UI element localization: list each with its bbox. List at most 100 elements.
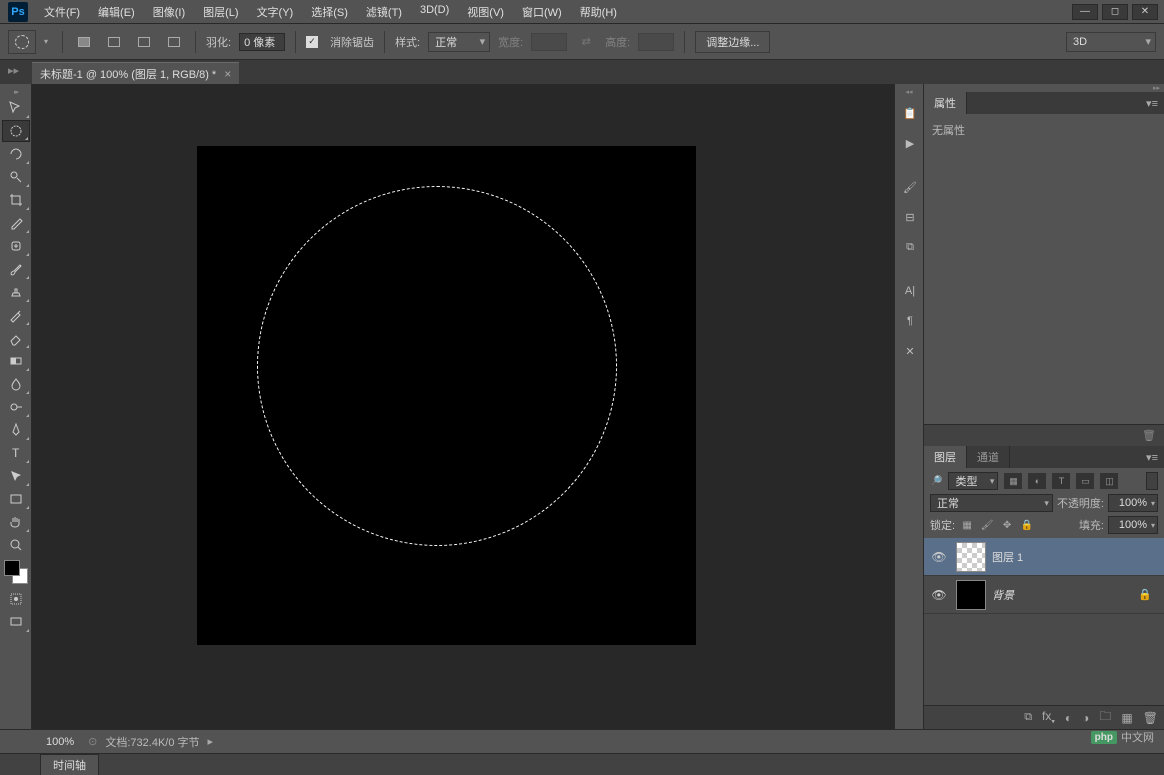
- menu-layer[interactable]: 图层(L): [195, 1, 246, 23]
- workspace-select[interactable]: 3D: [1066, 32, 1156, 52]
- filter-adjust-icon[interactable]: ◐: [1028, 473, 1046, 489]
- intersect-selection-icon[interactable]: [163, 33, 185, 51]
- new-layer-icon[interactable]: ▦: [1121, 711, 1132, 725]
- eyedropper-tool[interactable]: [2, 212, 30, 234]
- shape-tool[interactable]: [2, 488, 30, 510]
- quick-select-tool[interactable]: [2, 166, 30, 188]
- layer-thumbnail[interactable]: [956, 580, 986, 610]
- lasso-tool[interactable]: [2, 143, 30, 165]
- layer-mask-icon[interactable]: ◐: [1065, 711, 1072, 725]
- foreground-color[interactable]: [4, 560, 20, 576]
- maximize-button[interactable]: ◻: [1102, 4, 1128, 20]
- properties-tab[interactable]: 属性: [924, 92, 967, 114]
- filter-shape-icon[interactable]: ▭: [1076, 473, 1094, 489]
- marquee-tool[interactable]: [2, 120, 30, 142]
- menu-image[interactable]: 图像(I): [145, 1, 193, 23]
- clone-stamp-tool[interactable]: [2, 281, 30, 303]
- opacity-input[interactable]: 100%: [1108, 494, 1158, 512]
- blur-tool[interactable]: [2, 373, 30, 395]
- clone-source-icon[interactable]: ⧉: [897, 234, 923, 260]
- gradient-tool[interactable]: [2, 350, 30, 372]
- lock-transparent-icon[interactable]: ▦: [959, 518, 975, 532]
- brush-tool[interactable]: [2, 258, 30, 280]
- menu-window[interactable]: 窗口(W): [514, 1, 570, 23]
- menu-type[interactable]: 文字(Y): [249, 1, 302, 23]
- trash-icon[interactable]: 🗑: [1142, 429, 1156, 442]
- tool-preset-dropdown[interactable]: ▾: [44, 37, 52, 46]
- layer-filter-kind[interactable]: 类型: [948, 472, 998, 490]
- layers-menu-icon[interactable]: ▾≡: [1140, 451, 1164, 464]
- antialias-checkbox[interactable]: ✓: [306, 36, 318, 48]
- properties-menu-icon[interactable]: ▾≡: [1140, 97, 1164, 110]
- filter-smart-icon[interactable]: ◫: [1100, 473, 1118, 489]
- new-selection-icon[interactable]: [73, 33, 95, 51]
- zoom-tool[interactable]: [2, 534, 30, 556]
- eraser-tool[interactable]: [2, 327, 30, 349]
- layer-name[interactable]: 背景: [992, 587, 1014, 603]
- layer-fx-icon[interactable]: fx▾: [1042, 709, 1055, 725]
- menu-edit[interactable]: 编辑(E): [90, 1, 143, 23]
- channels-tab[interactable]: 通道: [967, 446, 1010, 468]
- adjustment-layer-icon[interactable]: ◑: [1082, 711, 1089, 725]
- menu-3d[interactable]: 3D(D): [412, 1, 457, 23]
- paragraph-panel-icon[interactable]: ¶: [897, 308, 923, 334]
- brush-presets-icon[interactable]: ⊟: [897, 204, 923, 230]
- layer-group-icon[interactable]: 🗀: [1099, 707, 1111, 728]
- crop-tool[interactable]: [2, 189, 30, 211]
- menu-select[interactable]: 选择(S): [303, 1, 356, 23]
- status-menu-icon[interactable]: ▸: [208, 735, 214, 748]
- path-select-tool[interactable]: [2, 465, 30, 487]
- move-tool[interactable]: [2, 97, 30, 119]
- screenmode-tool[interactable]: [2, 611, 30, 633]
- lock-image-icon[interactable]: 🖌: [979, 518, 995, 532]
- close-button[interactable]: ✕: [1132, 4, 1158, 20]
- type-tool[interactable]: T: [2, 442, 30, 464]
- subtract-selection-icon[interactable]: [133, 33, 155, 51]
- current-tool-indicator[interactable]: [8, 30, 36, 54]
- layer-item[interactable]: 👁 背景 🔒: [924, 576, 1164, 614]
- pen-tool[interactable]: [2, 419, 30, 441]
- filter-toggle[interactable]: [1146, 472, 1158, 490]
- canvas[interactable]: [197, 146, 696, 645]
- style-select[interactable]: 正常: [428, 32, 490, 52]
- zoom-level[interactable]: 100%: [40, 734, 80, 750]
- character-panel-icon[interactable]: A|: [897, 278, 923, 304]
- tool-presets-icon[interactable]: ✕: [897, 338, 923, 364]
- filter-pixel-icon[interactable]: ▦: [1004, 473, 1022, 489]
- color-swatches[interactable]: [4, 560, 28, 584]
- canvas-area[interactable]: [32, 84, 894, 729]
- brush-panel-icon[interactable]: 🖌: [897, 174, 923, 200]
- history-brush-tool[interactable]: [2, 304, 30, 326]
- history-panel-icon[interactable]: 📋: [897, 100, 923, 126]
- quickmask-tool[interactable]: [2, 588, 30, 610]
- menu-view[interactable]: 视图(V): [459, 1, 512, 23]
- healing-brush-tool[interactable]: [2, 235, 30, 257]
- layers-tab[interactable]: 图层: [924, 446, 967, 468]
- layer-item[interactable]: 👁 图层 1: [924, 538, 1164, 576]
- add-selection-icon[interactable]: [103, 33, 125, 51]
- lock-position-icon[interactable]: ✥: [999, 518, 1015, 532]
- dodge-tool[interactable]: [2, 396, 30, 418]
- timeline-tab[interactable]: 时间轴: [40, 754, 99, 775]
- document-tab[interactable]: 未标题-1 @ 100% (图层 1, RGB/8) * ×: [32, 62, 239, 84]
- visibility-toggle[interactable]: 👁: [928, 550, 950, 564]
- menu-file[interactable]: 文件(F): [36, 1, 88, 23]
- hand-tool[interactable]: [2, 511, 30, 533]
- menu-help[interactable]: 帮助(H): [572, 1, 625, 23]
- layer-name[interactable]: 图层 1: [992, 549, 1023, 565]
- fill-input[interactable]: 100%: [1108, 516, 1158, 534]
- lock-all-icon[interactable]: 🔒: [1019, 518, 1035, 532]
- layer-thumbnail[interactable]: [956, 542, 986, 572]
- link-layers-icon[interactable]: ⧉: [1024, 711, 1032, 724]
- visibility-toggle[interactable]: 👁: [928, 588, 950, 602]
- blend-mode-select[interactable]: 正常: [930, 494, 1053, 512]
- tab-arrange-icon[interactable]: ▸▸: [8, 64, 19, 77]
- minimize-button[interactable]: —: [1072, 4, 1098, 20]
- delete-layer-icon[interactable]: 🗑: [1143, 711, 1158, 725]
- feather-input[interactable]: [239, 33, 285, 51]
- tab-close-icon[interactable]: ×: [224, 67, 231, 81]
- tools-grip[interactable]: [0, 88, 31, 96]
- menu-filter[interactable]: 滤镜(T): [358, 1, 410, 23]
- filter-type-icon[interactable]: T: [1052, 473, 1070, 489]
- refine-edge-button[interactable]: 调整边缘...: [695, 31, 770, 53]
